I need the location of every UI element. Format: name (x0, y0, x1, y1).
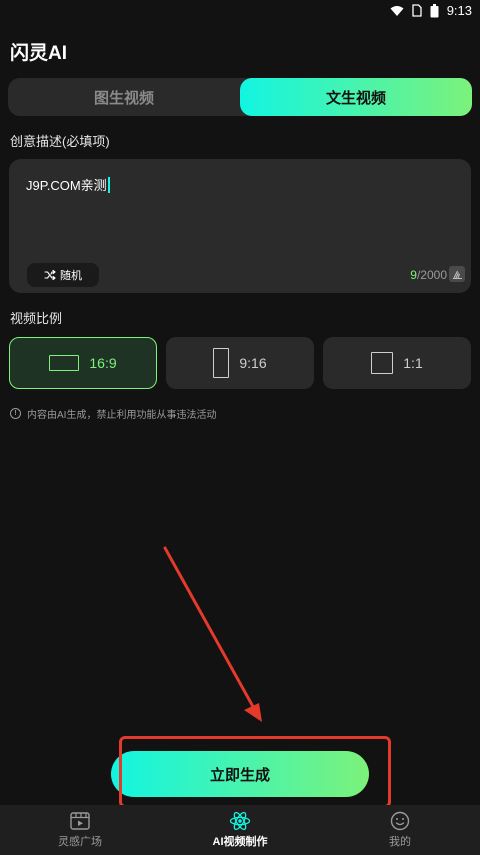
prompt-value: J9P.COM亲测 (26, 178, 107, 193)
status-bar: 9:13 (0, 0, 480, 24)
char-count-current: 9 (410, 268, 417, 282)
wifi-icon (390, 5, 404, 16)
nav-label: AI视频制作 (212, 836, 268, 848)
landscape-ratio-icon (49, 355, 80, 371)
tab-image-to-video[interactable]: 图生视频 (8, 78, 240, 116)
status-icons: 9:13 (390, 3, 472, 18)
ratio-option-9-16[interactable]: 9:16 (166, 337, 314, 389)
shuffle-icon (44, 269, 56, 281)
nav-label: 灵感广场 (58, 836, 102, 848)
ratio-option-label: 16:9 (89, 355, 117, 371)
ratio-options: 16:9 9:16 1:1 (9, 337, 471, 389)
mode-tabs: 图生视频 文生视频 (8, 78, 472, 116)
prompt-label: 创意描述(必填项) (10, 134, 110, 149)
ratio-option-label: 9:16 (239, 355, 267, 371)
nav-item-ai-video[interactable]: AI视频制作 (160, 805, 320, 855)
nav-item-profile[interactable]: 我的 (320, 805, 480, 855)
smile-icon (390, 811, 410, 831)
ai-content-notice: ! 内容由AI生成，禁止利用功能从事违法活动 (10, 406, 216, 421)
ratio-option-1-1[interactable]: 1:1 (323, 337, 471, 389)
notice-text: 内容由AI生成，禁止利用功能从事违法活动 (27, 410, 217, 421)
film-icon (70, 812, 90, 830)
app-screen: 9:13 闪灵AI 图生视频 文生视频 创意描述(必填项) J9P.COM亲测 … (0, 0, 480, 855)
ratio-label: 视频比例 (10, 311, 63, 326)
random-label: 随机 (60, 270, 82, 282)
portrait-ratio-icon (213, 348, 230, 378)
random-button[interactable]: 随机 (27, 263, 99, 287)
atom-icon (229, 811, 251, 831)
bottom-nav: 灵感广场 AI视频制作 我的 (0, 805, 480, 855)
square-ratio-icon (371, 352, 394, 374)
nav-item-inspiration[interactable]: 灵感广场 (0, 805, 160, 855)
char-counter: 9/2000 (410, 268, 447, 282)
nav-label: 我的 (389, 836, 411, 848)
status-time: 9:13 (446, 3, 472, 18)
broom-icon (452, 270, 462, 279)
text-caret (107, 176, 110, 193)
prompt-input[interactable]: J9P.COM亲测 随机 9/2000 (9, 159, 471, 293)
clear-icon[interactable] (449, 266, 465, 282)
prompt-text: J9P.COM亲测 (26, 175, 110, 194)
char-count-max: /2000 (416, 268, 447, 282)
battery-icon (430, 3, 439, 17)
ratio-option-label: 1:1 (403, 355, 423, 371)
generate-button[interactable]: 立即生成 (111, 751, 369, 797)
annotation-arrow (163, 546, 262, 722)
app-title: 闪灵AI (10, 43, 68, 64)
sim-icon (412, 4, 422, 17)
ratio-option-16-9[interactable]: 16:9 (9, 337, 157, 389)
tab-text-to-video[interactable]: 文生视频 (240, 78, 472, 116)
info-icon: ! (10, 408, 21, 419)
